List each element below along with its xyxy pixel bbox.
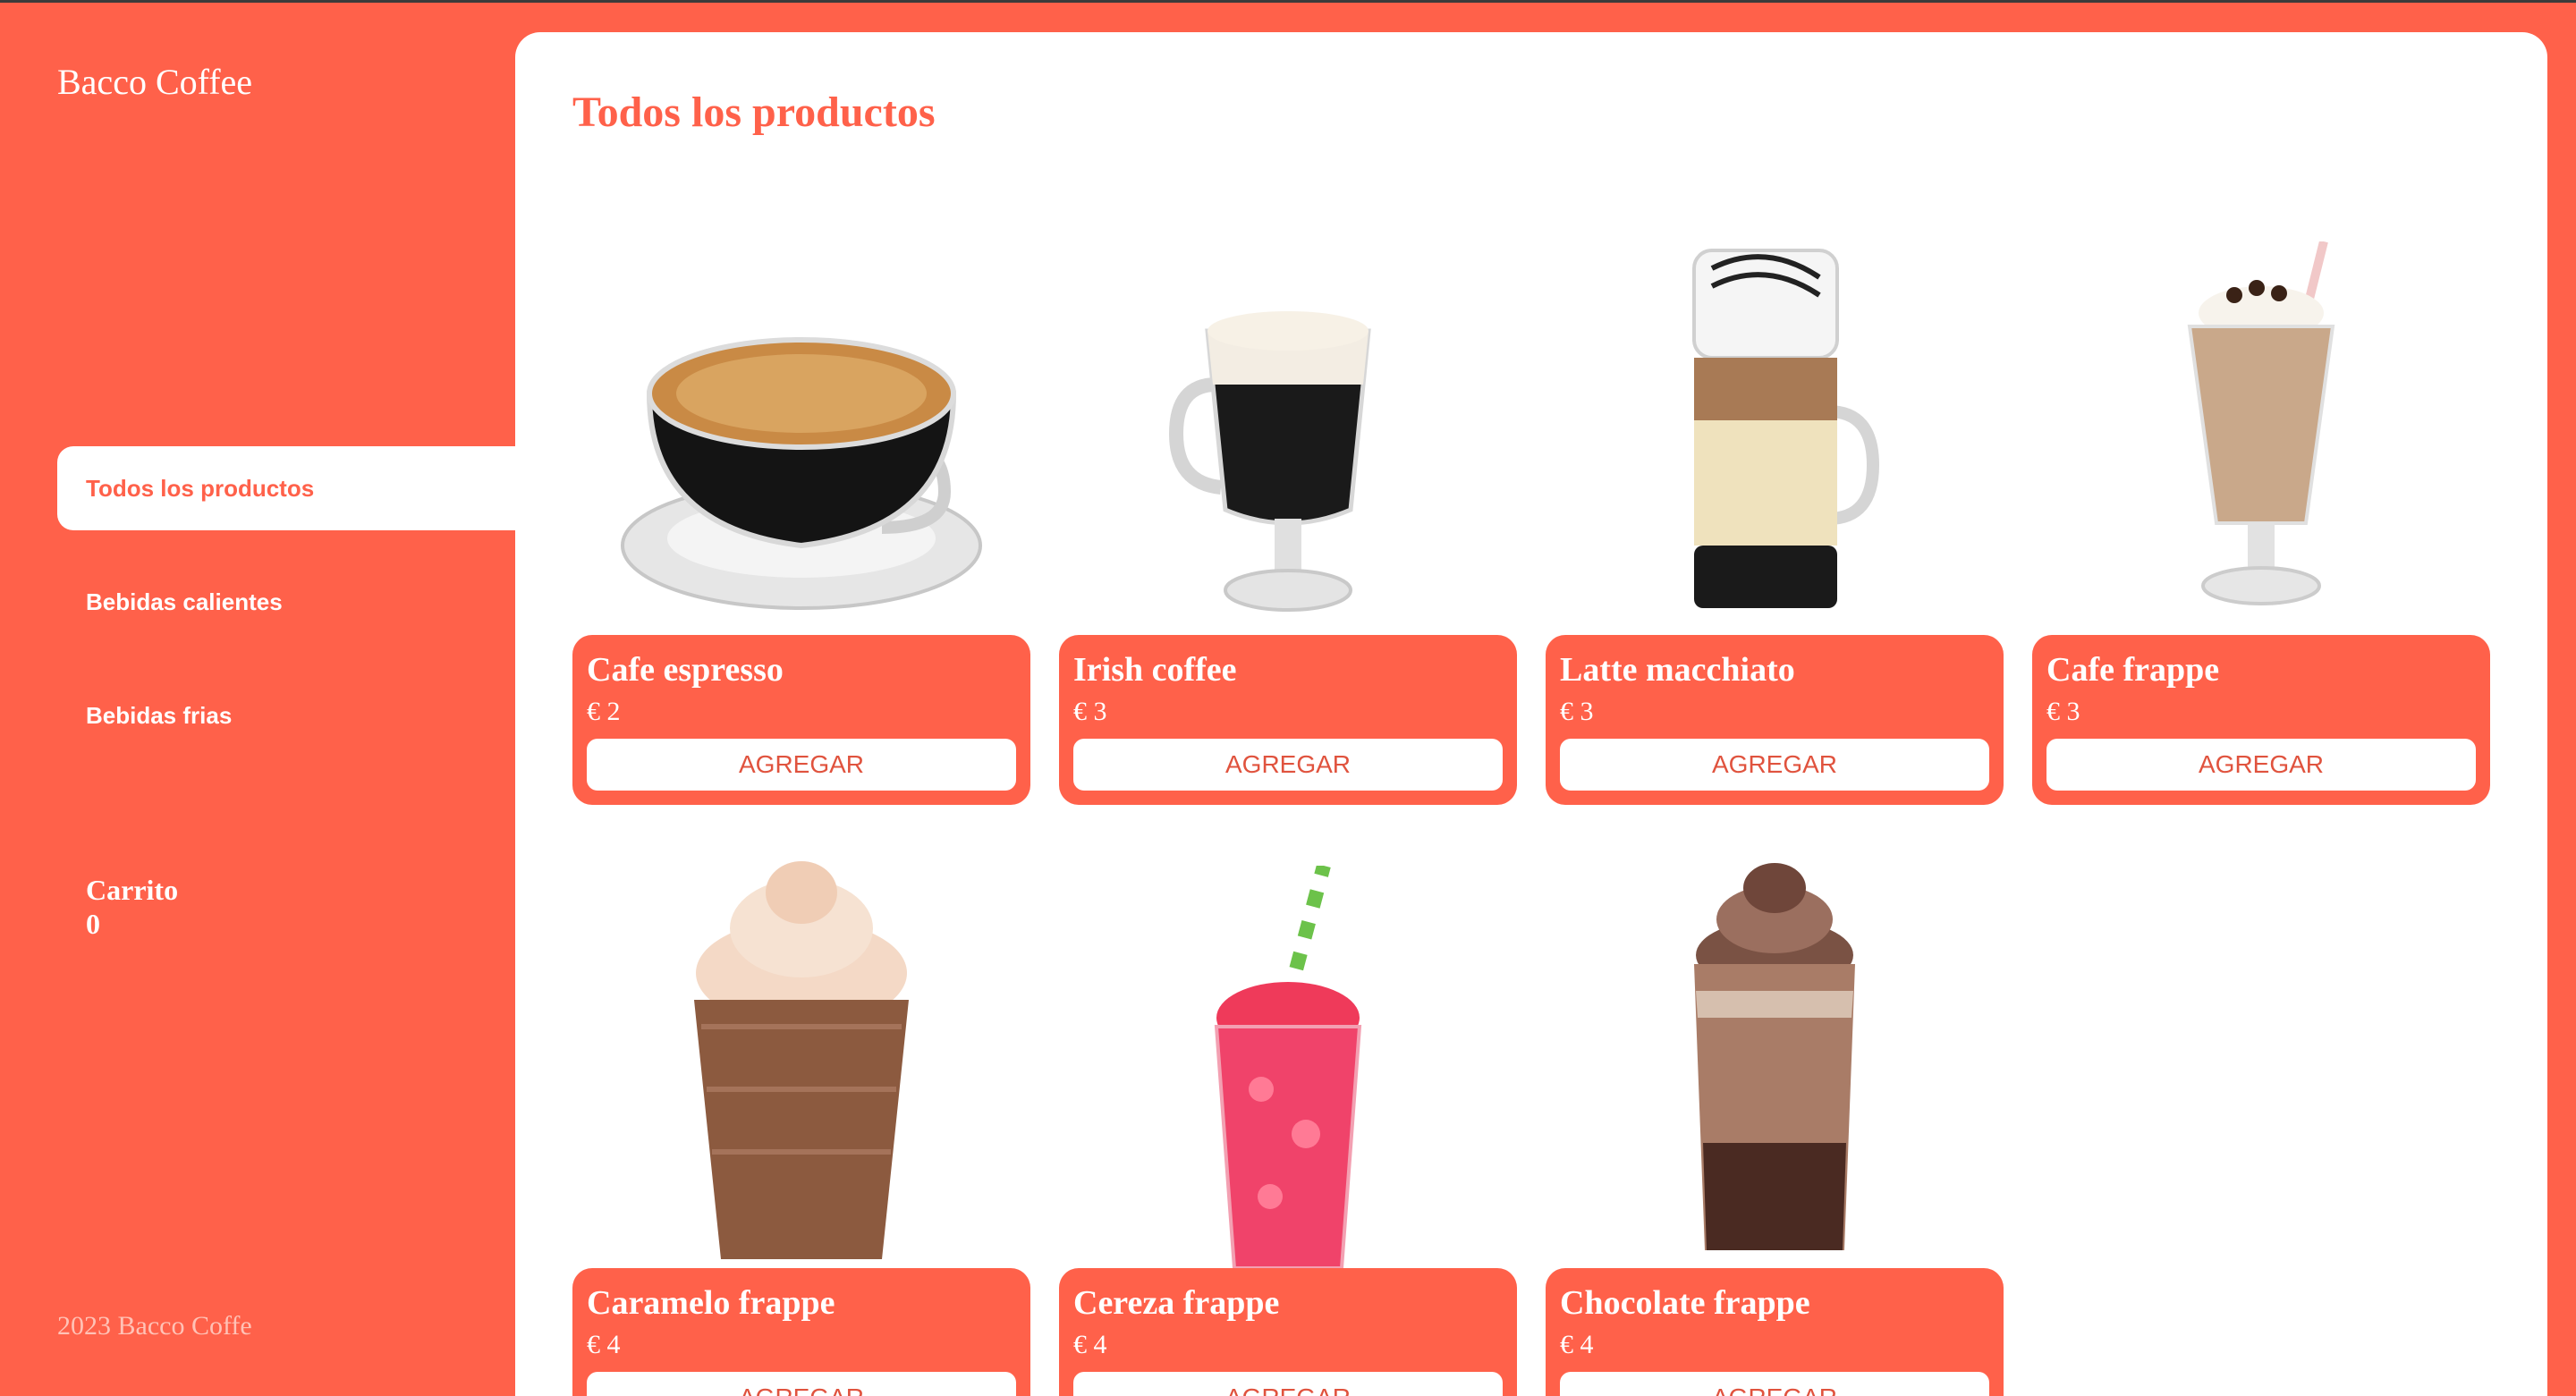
- product-name: Cafe espresso: [587, 651, 784, 689]
- main-content: Todos los productos Cafe espresso € 2 AG…: [515, 32, 2547, 1396]
- espresso-cup-icon: [572, 209, 1030, 635]
- add-to-cart-button[interactable]: AGREGAR: [2046, 739, 2476, 791]
- cart-count: 0: [86, 908, 100, 940]
- add-to-cart-button[interactable]: AGREGAR: [587, 739, 1016, 791]
- nav-item-frias[interactable]: Bebidas frias: [57, 673, 515, 757]
- product-price: € 2: [587, 697, 621, 726]
- latte-glass-icon: [1546, 209, 2004, 635]
- product-price: € 3: [2046, 697, 2080, 726]
- product-card: Irish coffee € 3 AGREGAR: [1059, 209, 1517, 805]
- product-price: € 3: [1073, 697, 1107, 726]
- product-name: Cafe frappe: [2046, 651, 2220, 689]
- cherry-slush-cup-icon: [1059, 842, 1517, 1268]
- add-to-cart-button[interactable]: AGREGAR: [1073, 739, 1503, 791]
- product-name: Cereza frappe: [1073, 1284, 1280, 1322]
- product-price: € 4: [1073, 1330, 1107, 1359]
- product-card: Cereza frappe € 4 AGREGAR: [1059, 842, 1517, 1396]
- add-to-cart-button[interactable]: AGREGAR: [1073, 1372, 1503, 1396]
- cart-label: Carrito: [86, 874, 179, 906]
- product-name: Irish coffee: [1073, 651, 1237, 689]
- caramel-frappe-cup-icon: [572, 842, 1030, 1268]
- product-name: Caramelo frappe: [587, 1284, 835, 1322]
- frappe-glass-icon: [2032, 209, 2490, 635]
- add-to-cart-button[interactable]: AGREGAR: [1560, 739, 1989, 791]
- chocolate-frappe-cup-icon: [1546, 842, 2004, 1268]
- irish-coffee-glass-icon: [1059, 209, 1517, 635]
- product-price: € 3: [1560, 697, 1594, 726]
- page-title: Todos los productos: [572, 89, 936, 136]
- footer-text: 2023 Bacco Coffe: [57, 1311, 252, 1341]
- product-card: Cafe espresso € 2 AGREGAR: [572, 209, 1030, 805]
- nav-item-todos[interactable]: Todos los productos: [57, 446, 515, 530]
- cart-widget[interactable]: Carrito 0: [86, 873, 178, 941]
- product-card: Latte macchiato € 3 AGREGAR: [1546, 209, 2004, 805]
- product-card: Caramelo frappe € 4 AGREGAR: [572, 842, 1030, 1396]
- product-name: Latte macchiato: [1560, 651, 1795, 689]
- product-price: € 4: [587, 1330, 621, 1359]
- product-card: Cafe frappe € 3 AGREGAR: [2032, 209, 2490, 805]
- add-to-cart-button[interactable]: AGREGAR: [587, 1372, 1016, 1396]
- add-to-cart-button[interactable]: AGREGAR: [1560, 1372, 1989, 1396]
- sidebar: Bacco Coffee Todos los productos Bebidas…: [0, 5, 515, 1396]
- product-card: Chocolate frappe € 4 AGREGAR: [1546, 842, 2004, 1396]
- product-price: € 4: [1560, 1330, 1594, 1359]
- product-name: Chocolate frappe: [1560, 1284, 1810, 1322]
- brand-logo[interactable]: Bacco Coffee: [57, 61, 252, 103]
- nav-item-calientes[interactable]: Bebidas calientes: [57, 560, 515, 644]
